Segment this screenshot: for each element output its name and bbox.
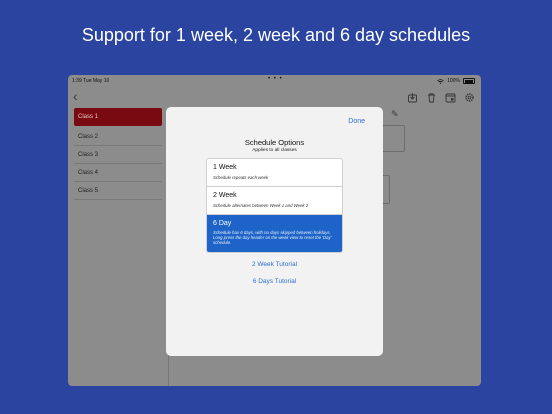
ipad-screen: 1:39 Tue May 10 • • • 100% ‹ Class 1 Cla… [68,75,481,386]
option-description: Schedule has 6 days, with no days skippe… [213,230,332,246]
option-description: Schedule alternates between Week 1 and W… [213,203,309,208]
calendar-icon[interactable] [445,90,456,103]
trash-icon[interactable] [426,90,437,103]
sidebar-item-class-1[interactable]: Class 1 [74,108,162,126]
gear-icon[interactable] [464,90,475,102]
sidebar-item-class-3[interactable]: Class 3 [74,146,162,164]
option-name: 6 Day [213,220,232,227]
option-6-day[interactable]: 6 Day Schedule has 6 days, with no days … [207,215,342,252]
headline: Support for 1 week, 2 week and 6 day sch… [81,25,471,45]
done-button[interactable]: Done [348,118,365,125]
back-chevron-icon[interactable]: ‹ [73,88,78,104]
option-name: 1 Week [213,164,237,171]
option-1-week[interactable]: 1 Week Schedule repeats each week [207,159,342,187]
modal-title: Schedule Options [244,138,305,147]
six-days-tutorial-link[interactable]: 6 Days Tutorial [166,278,383,285]
modal-subtitle: Applies to all classes [252,148,297,153]
nav-bar: ‹ [68,86,481,108]
download-icon[interactable] [407,90,418,103]
option-name: 2 Week [213,192,237,199]
multitask-dots-icon[interactable]: • • • [268,76,283,82]
option-description: Schedule repeats each week [213,175,269,180]
sidebar-item-class-5[interactable]: Class 5 [74,182,162,200]
schedule-options-list: 1 Week Schedule repeats each week 2 Week… [206,158,343,253]
class-sidebar: Class 1 Class 2 Class 3 Class 4 Class 5 [68,108,169,386]
sidebar-item-class-4[interactable]: Class 4 [74,164,162,182]
wifi-icon [437,78,444,84]
toolbar [407,90,475,103]
two-week-tutorial-link[interactable]: 2 Week Tutorial [166,261,383,268]
battery-label: 100% [447,78,460,84]
pencil-icon[interactable]: ✎ [391,109,399,120]
battery-icon [463,78,475,84]
status-time: 1:39 Tue May 10 [72,78,110,84]
schedule-options-modal: Done Schedule Options Applies to all cla… [166,107,383,356]
option-2-week[interactable]: 2 Week Schedule alternates between Week … [207,187,342,215]
status-bar: 1:39 Tue May 10 • • • 100% [68,75,481,86]
sidebar-item-class-2[interactable]: Class 2 [74,128,162,146]
